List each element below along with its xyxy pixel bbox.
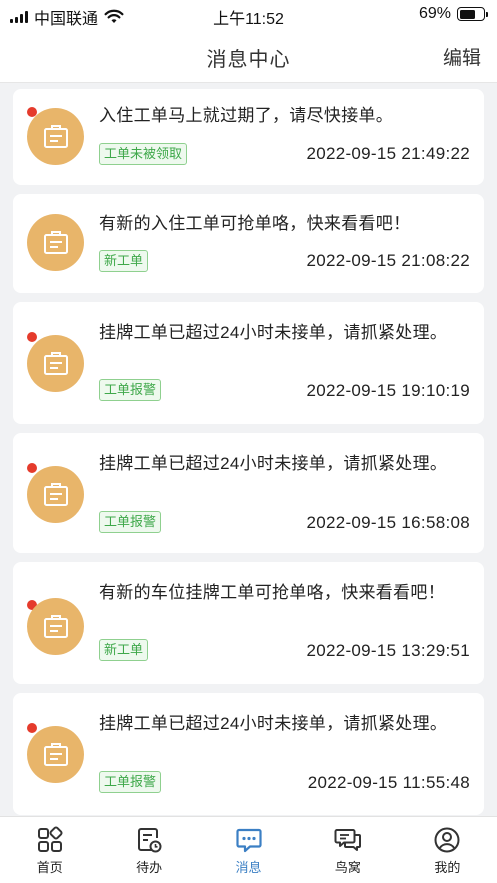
todo-clock-icon [138,828,162,853]
work-order-icon [27,726,84,783]
tab-label: 我的 [434,860,461,875]
message-text: 有新的入住工单可抢单咯，快来看看吧！ [99,214,411,233]
message-card[interactable]: 有新的入住工单可抢单咯，快来看看吧！ 新工单 2022-09-15 21:08:… [13,194,484,293]
tab-label: 首页 [36,860,63,875]
message-list: 入住工单马上就过期了，请尽快接单。 工单未被领取 2022-09-15 21:4… [13,89,484,824]
page-title: 消息中心 [206,49,291,71]
tab-mine[interactable]: 我的 [398,817,497,883]
work-order-icon [27,214,84,271]
status-bar: 中国联通 上午11:52 69% [0,0,497,30]
unread-dot [27,463,37,473]
tab-label: 消息 [235,860,262,875]
message-icon [235,828,262,853]
message-card[interactable]: 挂牌工单已超过24小时未接单，请抓紧处理。 工单报警 2022-09-15 19… [13,302,484,424]
message-time: 2022-09-15 21:08:22 [306,251,470,270]
tab-todo[interactable]: 待办 [99,817,198,883]
message-time: 2022-09-15 19:10:19 [306,381,470,400]
work-order-icon [27,335,84,392]
message-text: 有新的车位挂牌工单可抢单咯，快来看看吧！ [99,583,445,602]
message-time: 2022-09-15 13:29:51 [306,641,470,660]
battery-icon [457,7,488,21]
chat-bubbles-icon [334,829,361,851]
message-text: 挂牌工单已超过24小时未接单，请抓紧处理。 [99,454,448,473]
message-text: 挂牌工单已超过24小时未接单，请抓紧处理。 [99,714,448,733]
tab-label: 鸟窝 [334,860,361,875]
message-text: 入住工单马上就过期了，请尽快接单。 [99,106,394,125]
message-text: 挂牌工单已超过24小时未接单，请抓紧处理。 [99,323,448,342]
battery-percent: 69% [418,5,451,22]
tab-messages[interactable]: 消息 [199,817,298,883]
status-right: 69% [418,5,488,23]
message-card[interactable]: 挂牌工单已超过24小时未接单，请抓紧处理。 工单报警 2022-09-15 16… [13,433,484,553]
message-tag: 工单报警 [99,511,162,533]
message-time: 2022-09-15 16:58:08 [306,513,470,532]
message-tag: 工单未被领取 [99,143,188,165]
message-tag: 新工单 [99,250,149,272]
message-tag: 新工单 [99,639,149,661]
nav-bar: 消息中心 编辑 [0,30,497,83]
unread-dot [27,332,37,342]
message-tag: 工单报警 [99,771,162,793]
message-card[interactable]: 有新的车位挂牌工单可抢单咯，快来看看吧！ 新工单 2022-09-15 13:2… [13,562,484,684]
message-card[interactable]: 入住工单马上就过期了，请尽快接单。 工单未被领取 2022-09-15 21:4… [13,89,484,185]
user-icon [434,827,460,853]
work-order-icon [27,598,84,655]
message-time: 2022-09-15 21:49:22 [306,144,470,163]
tab-label: 待办 [136,860,163,875]
message-tag: 工单报警 [99,379,162,401]
work-order-icon [27,466,84,523]
tab-bar: 首页 待办 消息 鸟窝 我的 [0,816,497,883]
edit-button[interactable]: 编辑 [443,43,481,70]
home-grid-icon [37,826,63,852]
message-time: 2022-09-15 11:55:48 [307,773,470,792]
message-card[interactable]: 挂牌工单已超过24小时未接单，请抓紧处理。 工单报警 2022-09-15 11… [13,693,484,815]
tab-nest[interactable]: 鸟窝 [298,817,397,883]
work-order-icon [27,108,84,165]
tab-home[interactable]: 首页 [0,817,99,883]
unread-dot [27,723,37,733]
